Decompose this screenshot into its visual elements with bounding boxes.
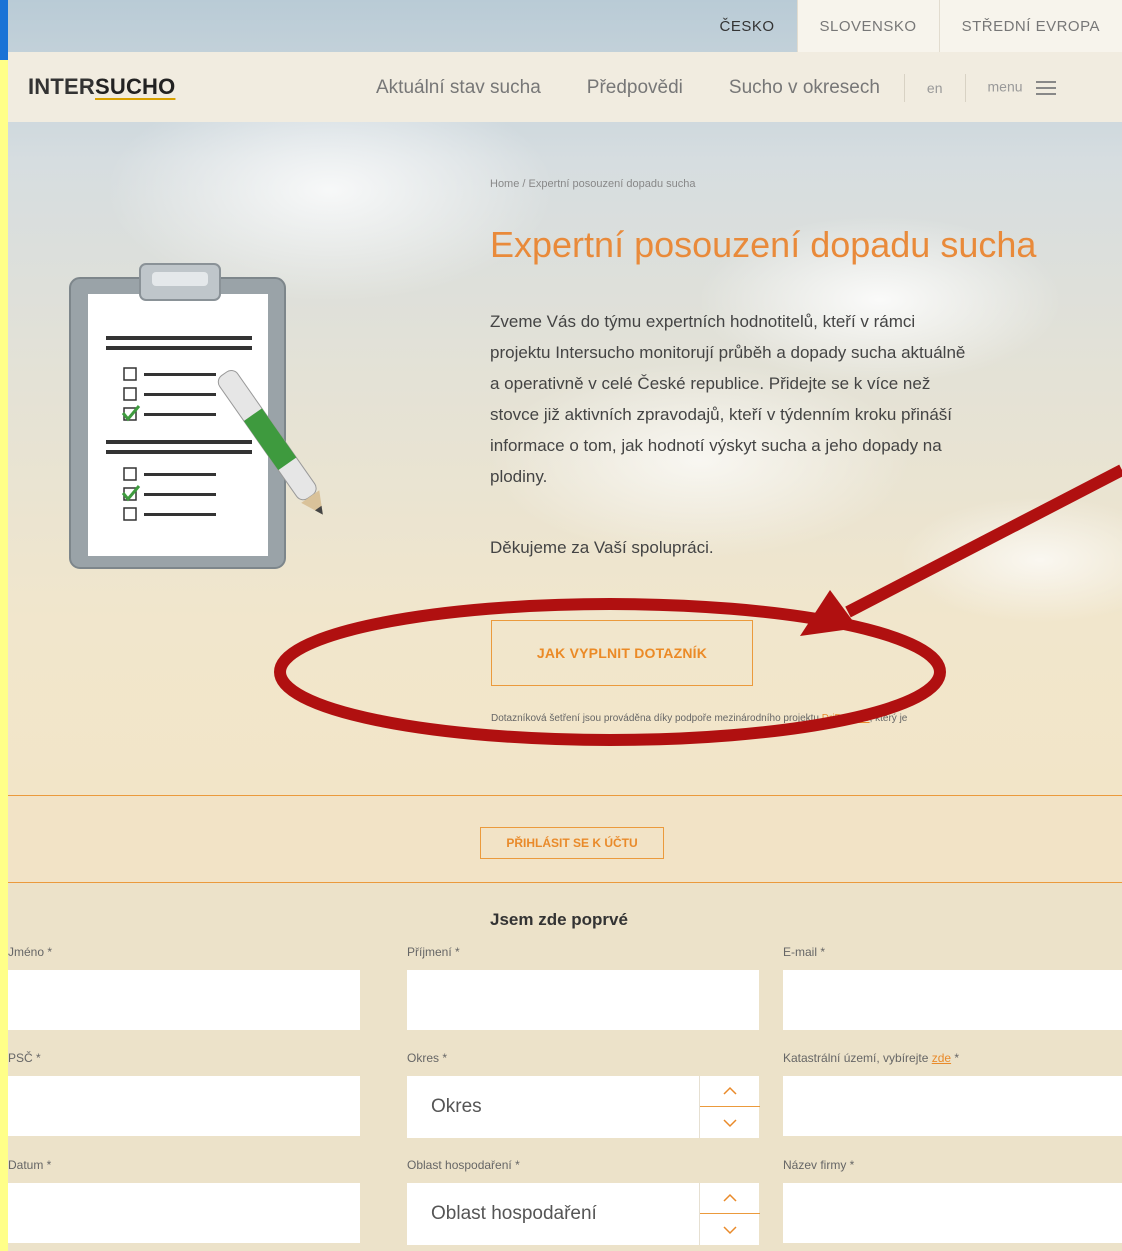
nav-divider [903,74,905,102]
label-email: E-mail * [783,945,826,959]
country-tabs: ČESKO SLOVENSKO STŘEDNÍ EVROPA [698,0,1122,52]
tab-stredni-evropa[interactable]: STŘEDNÍ EVROPA [938,0,1122,52]
psc-input[interactable] [8,1076,360,1136]
prijmeni-input[interactable] [407,970,759,1030]
okres-select[interactable]: Okres [407,1076,760,1138]
menu-label: menu [987,78,1023,95]
chevron-down-icon[interactable] [700,1214,760,1245]
nav-predpovedi[interactable]: Předpovědi [587,77,683,99]
oblast-select[interactable]: Oblast hospodaření [407,1183,760,1245]
label-jmeno: Jméno * [8,945,53,959]
footnote-text: Dotazníková šetření jsou prováděna díky … [491,713,822,724]
intersucho-logo[interactable]: INTERSUCHO [28,74,175,100]
label-oblast: Oblast hospodaření * [407,1158,520,1172]
intro-line: projektu Intersucho monitorují průběh a … [490,343,966,362]
label-firma: Název firmy * [783,1158,855,1172]
hamburger-icon [1036,77,1057,99]
breadcrumb: Home / Expertní posouzení dopadu sucha [490,178,696,190]
page-title: Expertní posouzení dopadu sucha [490,224,1037,265]
nav-divider [964,74,966,102]
intro-line: stovce již aktivních zpravodajů, kteří v… [490,405,953,424]
tab-slovensko[interactable]: SLOVENSKO [796,0,939,52]
katastr-label-text: Katastrální území, vybírejte [783,1051,932,1065]
intro-line: informace o tom, jak hodnotí výskyt such… [490,436,942,455]
logo-part-inter: INTER [28,74,95,99]
email-input[interactable] [783,970,1122,1030]
label-psc: PSČ * [8,1051,41,1065]
how-to-fill-button[interactable]: JAK VYPLNIT DOTAZNÍK [491,620,753,686]
intro-line: Zveme Vás do týmu expertních hodnotitelů… [490,312,916,331]
form-heading: Jsem zde poprvé [490,910,628,929]
chevron-up-icon[interactable] [700,1076,760,1107]
jmeno-input[interactable] [8,970,360,1030]
main-navbar: INTERSUCHO Aktuální stav sucha Předpověd… [0,52,1122,122]
okres-value: Okres [431,1096,482,1117]
oblast-stepper[interactable] [699,1183,760,1245]
slide-edge-strip [0,0,8,1251]
intro-line: a operativně v celé České republice. Při… [490,374,931,393]
label-datum: Datum * [8,1158,52,1172]
datum-input[interactable] [8,1183,360,1243]
thanks-text: Děkujeme za Vaší spolupráci. [490,538,714,557]
nav-sucho-v-okresech[interactable]: Sucho v okresech [729,77,880,99]
logo-part-sucho: SUCHO [95,74,176,99]
nav-menu: Aktuální stav sucha Předpovědi Sucho v o… [376,74,1057,102]
dridanube-link[interactable]: DriDanube [822,713,870,724]
label-prijmeni: Příjmení * [407,945,460,959]
intro-line: plodiny. [490,467,548,486]
katastr-required: * [951,1051,960,1065]
clipboard-checklist-icon [69,263,323,569]
login-button[interactable]: PŘIHLÁSIT SE K ÚČTU [480,827,664,859]
okres-stepper[interactable] [699,1076,760,1138]
firma-input[interactable] [783,1183,1122,1243]
oblast-value: Oblast hospodaření [431,1203,597,1224]
tab-cesko[interactable]: ČESKO [698,0,797,52]
katastr-input[interactable] [783,1076,1122,1136]
chevron-down-icon[interactable] [700,1107,760,1138]
menu-button[interactable]: menu [988,77,1057,99]
footnote: Dotazníková šetření jsou prováděna díky … [491,710,1091,728]
footnote-text-end: , který je [869,713,908,724]
label-katastr: Katastrální území, vybírejte zde * [783,1051,959,1065]
label-okres: Okres * [407,1051,448,1065]
chevron-up-icon[interactable] [700,1183,760,1214]
nav-aktualni-stav[interactable]: Aktuální stav sucha [376,77,541,99]
katastr-zde-link[interactable]: zde [932,1051,951,1065]
lang-switch-en[interactable]: en [927,80,943,96]
intro-paragraph: Zveme Vás do týmu expertních hodnotitelů… [490,306,1090,492]
